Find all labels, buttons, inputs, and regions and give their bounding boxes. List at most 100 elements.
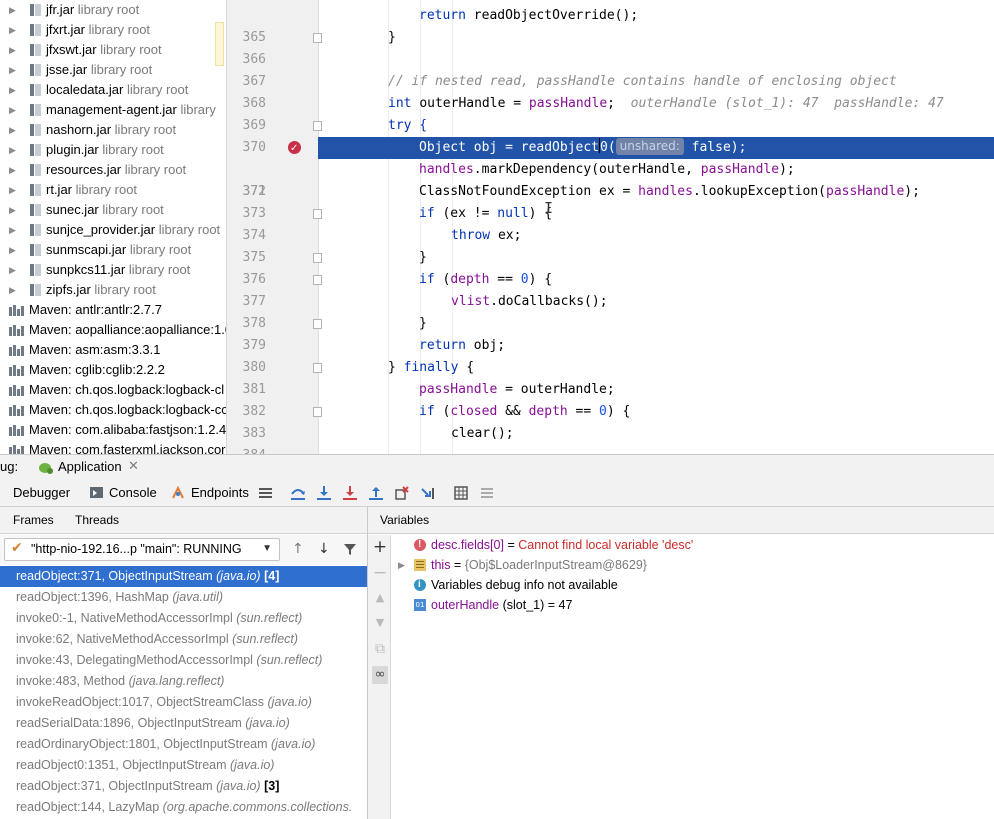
expand-arrow-icon[interactable]: ▶	[9, 180, 16, 200]
expand-arrow-icon[interactable]: ▶	[9, 80, 16, 100]
frame-row[interactable]: invoke0:-1, NativeMethodAccessorImpl (su…	[0, 608, 367, 629]
jar-archive-icon	[29, 24, 42, 36]
code-line[interactable]: 378 vlist.doCallbacks();	[227, 291, 994, 331]
frame-row[interactable]: readObject:371, ObjectInputStream (java.…	[0, 776, 367, 797]
force-step-into-icon[interactable]	[342, 485, 358, 501]
code-line[interactable]: 368 // if nested read, passHandle contai…	[227, 71, 994, 111]
library-root-note: library	[180, 102, 216, 117]
fold-marker-icon[interactable]	[313, 121, 322, 131]
glasses-icon[interactable]: ∞	[372, 666, 388, 684]
code-line[interactable]: 382 passHandle = outerHandle;	[227, 379, 994, 419]
code-line[interactable]: 370 try {	[227, 115, 994, 155]
frames-panel-header: Frames Threads	[0, 507, 367, 534]
expand-arrow-icon[interactable]: ▶	[9, 0, 16, 20]
code-line[interactable]: 376 }	[227, 247, 994, 287]
move-down-icon[interactable]: ▼	[372, 614, 388, 632]
tab-console[interactable]: Console	[109, 485, 157, 500]
tab-frames[interactable]: Frames	[13, 513, 54, 527]
fold-marker-icon[interactable]	[313, 407, 322, 417]
expand-arrow-icon[interactable]: ▶	[9, 220, 16, 240]
code-line[interactable]: 366 }	[227, 27, 994, 67]
code-line[interactable]: 372 handles.markDependency(outerHandle, …	[227, 159, 994, 199]
frame-package: (java.lang.reflect)	[128, 674, 225, 688]
copy-icon[interactable]: ⧉	[372, 640, 388, 658]
expand-arrow-icon[interactable]: ▶	[398, 555, 405, 575]
frames-list[interactable]: readObject:371, ObjectInputStream (java.…	[0, 566, 367, 819]
remove-watch-icon[interactable]: −	[372, 564, 388, 582]
code-line[interactable]: 375 throw ex;	[227, 225, 994, 265]
thread-dropdown[interactable]: ✔ "http-nio-192.16...p "main": RUNNING ▼	[4, 538, 280, 561]
trace-stream-icon[interactable]	[479, 485, 495, 501]
code-line[interactable]: 365 return readObjectOverride();	[227, 5, 994, 45]
code-line[interactable]: 379 }	[227, 313, 994, 353]
code-line[interactable]: 380 return obj;	[227, 335, 994, 375]
frame-row-selected[interactable]: readObject:371, ObjectInputStream (java.…	[0, 566, 367, 587]
code-line[interactable]: 373 ClassNotFoundException ex = handles.…	[227, 181, 994, 221]
step-over-icon[interactable]	[290, 485, 306, 501]
expand-arrow-icon[interactable]: ▶	[9, 20, 16, 40]
frame-row[interactable]: readObject:144, LazyMap (org.apache.comm…	[0, 797, 367, 818]
fold-marker-icon[interactable]	[313, 209, 322, 219]
expand-arrow-icon[interactable]: ▶	[9, 120, 16, 140]
move-up-icon[interactable]: ▲	[372, 589, 388, 607]
code-line[interactable]: 367	[227, 49, 994, 89]
code-text: .doCallbacks();	[490, 294, 608, 309]
jar-archive-icon	[29, 84, 42, 96]
evaluate-expression-icon[interactable]	[453, 485, 469, 501]
drop-frame-icon[interactable]	[394, 485, 410, 501]
frame-row[interactable]: readObject0:1351, ObjectInputStream (jav…	[0, 755, 367, 776]
fold-marker-icon[interactable]	[313, 275, 322, 285]
code-editor[interactable]: 365 return readObjectOverride(); 366 } 3…	[226, 0, 994, 454]
frame-row[interactable]: invoke:62, NativeMethodAccessorImpl (sun…	[0, 629, 367, 650]
code-line[interactable]: 381 } finally {	[227, 357, 994, 397]
current-execution-line[interactable]: 371 Object obj = readObject0(unshared: f…	[227, 137, 994, 199]
code-line[interactable]: 377 if (depth == 0) {	[227, 269, 994, 309]
fold-marker-icon[interactable]	[313, 319, 322, 329]
frame-method: invoke:62, NativeMethodAccessorImpl	[16, 632, 233, 646]
jar-name: sunpkcs11.jar	[46, 262, 126, 277]
code-line[interactable]: 374 if (ex != null) {	[227, 203, 994, 243]
jar-name: plugin.jar	[46, 142, 99, 157]
frame-row[interactable]: invokeReadObject:1017, ObjectStreamClass…	[0, 692, 367, 713]
expand-arrow-icon[interactable]: ▶	[9, 240, 16, 260]
frame-row[interactable]: readOrdinaryObject:1801, ObjectInputStre…	[0, 734, 367, 755]
expand-arrow-icon[interactable]: ▶	[9, 280, 16, 300]
expand-arrow-icon[interactable]: ▶	[9, 40, 16, 60]
tree-highlight-marker	[215, 22, 224, 66]
jar-name: resources.jar	[46, 162, 122, 177]
expand-arrow-icon[interactable]: ▶	[9, 100, 16, 120]
debug-toolbar: Debugger Console Endpoints	[0, 479, 994, 507]
code-line[interactable]: 384 clear();	[227, 423, 994, 454]
keyword: try {	[388, 118, 428, 133]
filter-icon[interactable]	[343, 543, 357, 556]
arrow-down-icon[interactable]: ↓	[318, 541, 330, 557]
fold-marker-icon[interactable]	[313, 33, 322, 43]
tab-debugger[interactable]: Debugger	[13, 485, 70, 500]
tab-endpoints[interactable]: Endpoints	[191, 485, 249, 500]
expand-arrow-icon[interactable]: ▶	[9, 260, 16, 280]
step-into-icon[interactable]	[316, 485, 332, 501]
fold-marker-icon[interactable]	[313, 253, 322, 263]
expand-arrow-icon[interactable]: ▶	[9, 140, 16, 160]
arrow-up-icon[interactable]: ↑	[292, 541, 304, 557]
code-text: Object obj = readObject	[419, 140, 600, 155]
expand-arrow-icon[interactable]: ▶	[9, 60, 16, 80]
frame-row[interactable]: readSerialData:1896, ObjectInputStream (…	[0, 713, 367, 734]
application-tab[interactable]: Application	[58, 459, 122, 474]
close-tab-icon[interactable]: ✕	[128, 458, 139, 474]
run-to-cursor-icon[interactable]	[420, 485, 436, 501]
layout-menu-icon[interactable]	[258, 485, 274, 501]
step-out-icon[interactable]	[368, 485, 384, 501]
expand-arrow-icon[interactable]: ▶	[9, 200, 16, 220]
tab-threads[interactable]: Threads	[75, 513, 119, 527]
expand-arrow-icon[interactable]: ▶	[9, 160, 16, 180]
frame-row[interactable]: readObject:1396, HashMap (java.util)	[0, 587, 367, 608]
code-line[interactable]: 369 int outerHandle = passHandle; outerH…	[227, 93, 994, 133]
frame-row[interactable]: invoke:43, DelegatingMethodAccessorImpl …	[0, 650, 367, 671]
add-watch-icon[interactable]: +	[372, 538, 388, 556]
frame-row[interactable]: invoke:483, Method (java.lang.reflect)	[0, 671, 367, 692]
fold-marker-icon[interactable]	[313, 363, 322, 373]
code-line[interactable]: 383 if (closed && depth == 0) {	[227, 401, 994, 441]
code-text: ) {	[528, 272, 553, 287]
breakpoint-icon[interactable]	[288, 138, 301, 160]
